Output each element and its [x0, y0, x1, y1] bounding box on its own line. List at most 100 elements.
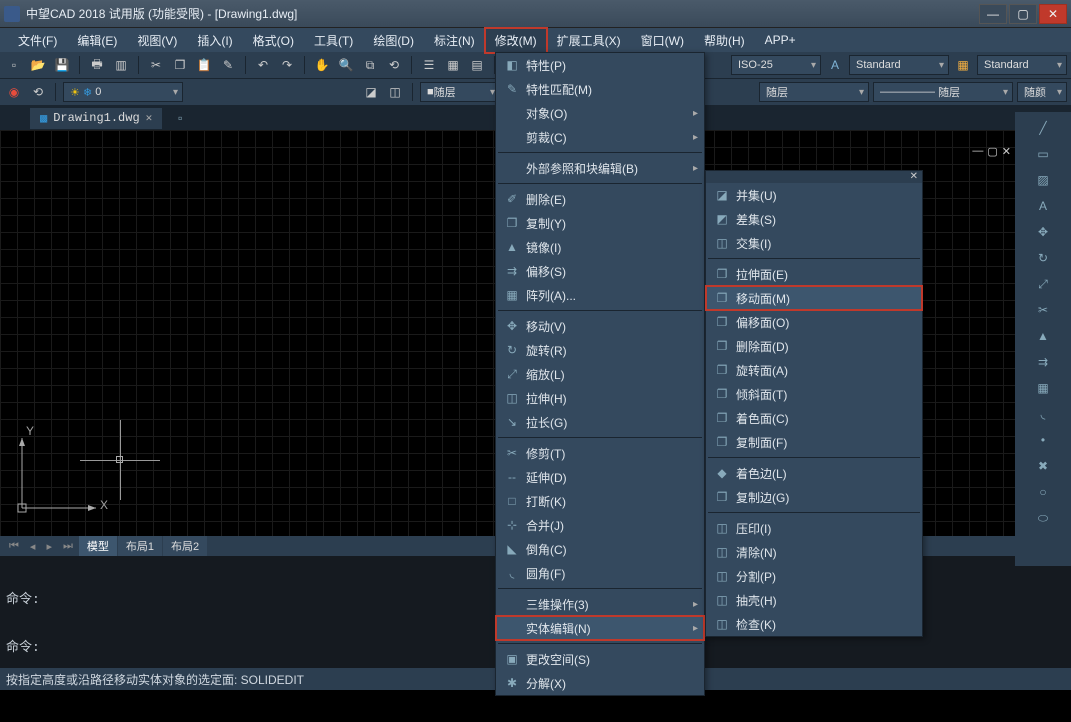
menu-insert[interactable]: 插入(I)	[187, 28, 242, 53]
solid-submenu-item[interactable]: ❐复制面(F)	[706, 430, 922, 454]
modify-menu-item[interactable]: ⊹合并(J)	[496, 513, 704, 537]
modify-menu-item[interactable]: ⤢缩放(L)	[496, 362, 704, 386]
print-preview-icon[interactable]: ▥	[111, 55, 131, 75]
modify-menu-item[interactable]: 三维操作(3)▸	[496, 592, 704, 616]
zoom-window-icon[interactable]: ⧉	[360, 55, 380, 75]
modify-menu-item[interactable]: ▦阵列(A)...	[496, 283, 704, 307]
panel-close-icon[interactable]: ✕	[1002, 145, 1011, 159]
menu-extend-tools[interactable]: 扩展工具(X)	[547, 28, 631, 53]
modify-menu-item[interactable]: ↘拉长(G)	[496, 410, 704, 434]
modify-menu-item[interactable]: ▣更改空间(S)	[496, 647, 704, 671]
menu-modify[interactable]: 修改(M)	[485, 28, 547, 53]
menu-tools[interactable]: 工具(T)	[304, 28, 363, 53]
draw-text-icon[interactable]: A	[1033, 196, 1053, 216]
layout-nav-prev-icon[interactable]: ◂	[25, 538, 41, 555]
layer-previous-icon[interactable]: ⟲	[28, 82, 48, 102]
solid-submenu-item[interactable]: ❐偏移面(O)	[706, 310, 922, 334]
modify-menu-item[interactable]: ✎特性匹配(M)	[496, 77, 704, 101]
layout-nav-next-icon[interactable]: ▸	[41, 538, 57, 555]
solid-submenu-item[interactable]: ◫分割(P)	[706, 564, 922, 588]
solid-submenu-item[interactable]: ◪并集(U)	[706, 183, 922, 207]
save-icon[interactable]: 💾	[52, 55, 72, 75]
modify-move-icon[interactable]: ✥	[1033, 222, 1053, 242]
solid-submenu-item[interactable]: ◫检查(K)	[706, 612, 922, 636]
modify-menu-item[interactable]: ⇉偏移(S)	[496, 259, 704, 283]
modify-menu-item[interactable]: 对象(O)▸	[496, 101, 704, 125]
solid-submenu-item[interactable]: ◫清除(N)	[706, 540, 922, 564]
linetype-combo[interactable]: 随层	[759, 82, 869, 102]
modify-menu-item[interactable]: ✱分解(X)	[496, 671, 704, 695]
menu-edit[interactable]: 编辑(E)	[67, 28, 127, 53]
modify-menu-item[interactable]: ◟圆角(F)	[496, 561, 704, 585]
menu-view[interactable]: 视图(V)	[127, 28, 187, 53]
print-icon[interactable]: 🖶	[87, 55, 107, 75]
paste-icon[interactable]: 📋	[194, 55, 214, 75]
solid-submenu-item[interactable]: ❐旋转面(A)	[706, 358, 922, 382]
solid-submenu-item[interactable]: ◆着色边(L)	[706, 461, 922, 485]
menu-format[interactable]: 格式(O)	[243, 28, 304, 53]
layer-combo[interactable]: ☀ ❄ 0	[63, 82, 183, 102]
draw-line-icon[interactable]: ╱	[1033, 118, 1053, 138]
dimstyle-combo[interactable]: ISO-25	[731, 55, 821, 75]
solid-submenu-item[interactable]: ❐移动面(M)	[706, 286, 922, 310]
pan-icon[interactable]: ✋	[312, 55, 332, 75]
menu-file[interactable]: 文件(F)	[8, 28, 67, 53]
solid-submenu-item[interactable]: ❐着色面(C)	[706, 406, 922, 430]
menu-window[interactable]: 窗口(W)	[631, 28, 694, 53]
cut-icon[interactable]: ✂	[146, 55, 166, 75]
draw-rect-icon[interactable]: ▭	[1033, 144, 1053, 164]
menu-help[interactable]: 帮助(H)	[694, 28, 755, 53]
layer-manager-icon[interactable]: ◉	[4, 82, 24, 102]
layout-tab-layout2[interactable]: 布局2	[163, 536, 207, 556]
lineweight-combo[interactable]: ————— 随层	[873, 82, 1013, 102]
menu-draw[interactable]: 绘图(D)	[363, 28, 424, 53]
modify-menu-item[interactable]: 剪裁(C)▸	[496, 125, 704, 149]
layer-states-icon[interactable]: ◫	[385, 82, 405, 102]
modify-menu-item[interactable]: ✐删除(E)	[496, 187, 704, 211]
modify-fillet-icon[interactable]: ◟	[1033, 404, 1053, 424]
draw-point-icon[interactable]: •	[1033, 430, 1053, 450]
tab-close-icon[interactable]: ✕	[146, 111, 153, 125]
modify-array-icon[interactable]: ▦	[1033, 378, 1053, 398]
draw-circle-icon[interactable]: ○	[1033, 482, 1053, 502]
textstyle-icon[interactable]: A	[825, 55, 845, 75]
solid-submenu-item[interactable]: ◫压印(I)	[706, 516, 922, 540]
modify-menu-item[interactable]: ↻旋转(R)	[496, 338, 704, 362]
modify-menu-item[interactable]: ❐复制(Y)	[496, 211, 704, 235]
color-bylayer-combo[interactable]: ■ 随层	[420, 82, 500, 102]
modify-menu-item[interactable]: ◣倒角(C)	[496, 537, 704, 561]
zoom-realtime-icon[interactable]: 🔍	[336, 55, 356, 75]
modify-menu-item[interactable]: 外部参照和块编辑(B)▸	[496, 156, 704, 180]
maximize-button[interactable]: ▢	[1009, 4, 1037, 24]
modify-erase-icon[interactable]: ✖	[1033, 456, 1053, 476]
modify-menu-item[interactable]: 实体编辑(N)▸	[496, 616, 704, 640]
open-icon[interactable]: 📂	[28, 55, 48, 75]
panel-restore-icon[interactable]: ▢	[987, 145, 997, 159]
layout-tab-layout1[interactable]: 布局1	[118, 536, 162, 556]
modify-menu-item[interactable]: ◫拉伸(H)	[496, 386, 704, 410]
solid-submenu-item[interactable]: ❐倾斜面(T)	[706, 382, 922, 406]
modify-offset-icon[interactable]: ⇉	[1033, 352, 1053, 372]
solid-submenu-item[interactable]: ◫抽壳(H)	[706, 588, 922, 612]
draw-hatch-icon[interactable]: ▨	[1033, 170, 1053, 190]
modify-mirror-icon[interactable]: ▲	[1033, 326, 1053, 346]
solid-submenu-item[interactable]: ❐拉伸面(E)	[706, 262, 922, 286]
tab-new-icon[interactable]: ▫	[170, 108, 190, 128]
modify-menu-item[interactable]: --延伸(D)	[496, 465, 704, 489]
modify-menu-item[interactable]: ✂修剪(T)	[496, 441, 704, 465]
make-current-icon[interactable]: ◪	[361, 82, 381, 102]
new-icon[interactable]: ▫	[4, 55, 24, 75]
undo-icon[interactable]: ↶	[253, 55, 273, 75]
match-props-icon[interactable]: ✎	[218, 55, 238, 75]
modify-menu-item[interactable]: □打断(K)	[496, 489, 704, 513]
design-center-icon[interactable]: ▦	[443, 55, 463, 75]
solid-submenu-item[interactable]: ◫交集(I)	[706, 231, 922, 255]
panel-min-icon[interactable]: —	[972, 145, 983, 159]
tablestyle-combo[interactable]: Standard	[977, 55, 1067, 75]
modify-rotate-icon[interactable]: ↻	[1033, 248, 1053, 268]
properties-icon[interactable]: ☰	[419, 55, 439, 75]
tablestyle-icon[interactable]: ▦	[953, 55, 973, 75]
draw-ellipse-icon[interactable]: ⬭	[1033, 508, 1053, 528]
textstyle-combo[interactable]: Standard	[849, 55, 949, 75]
close-button[interactable]: ✕	[1039, 4, 1067, 24]
